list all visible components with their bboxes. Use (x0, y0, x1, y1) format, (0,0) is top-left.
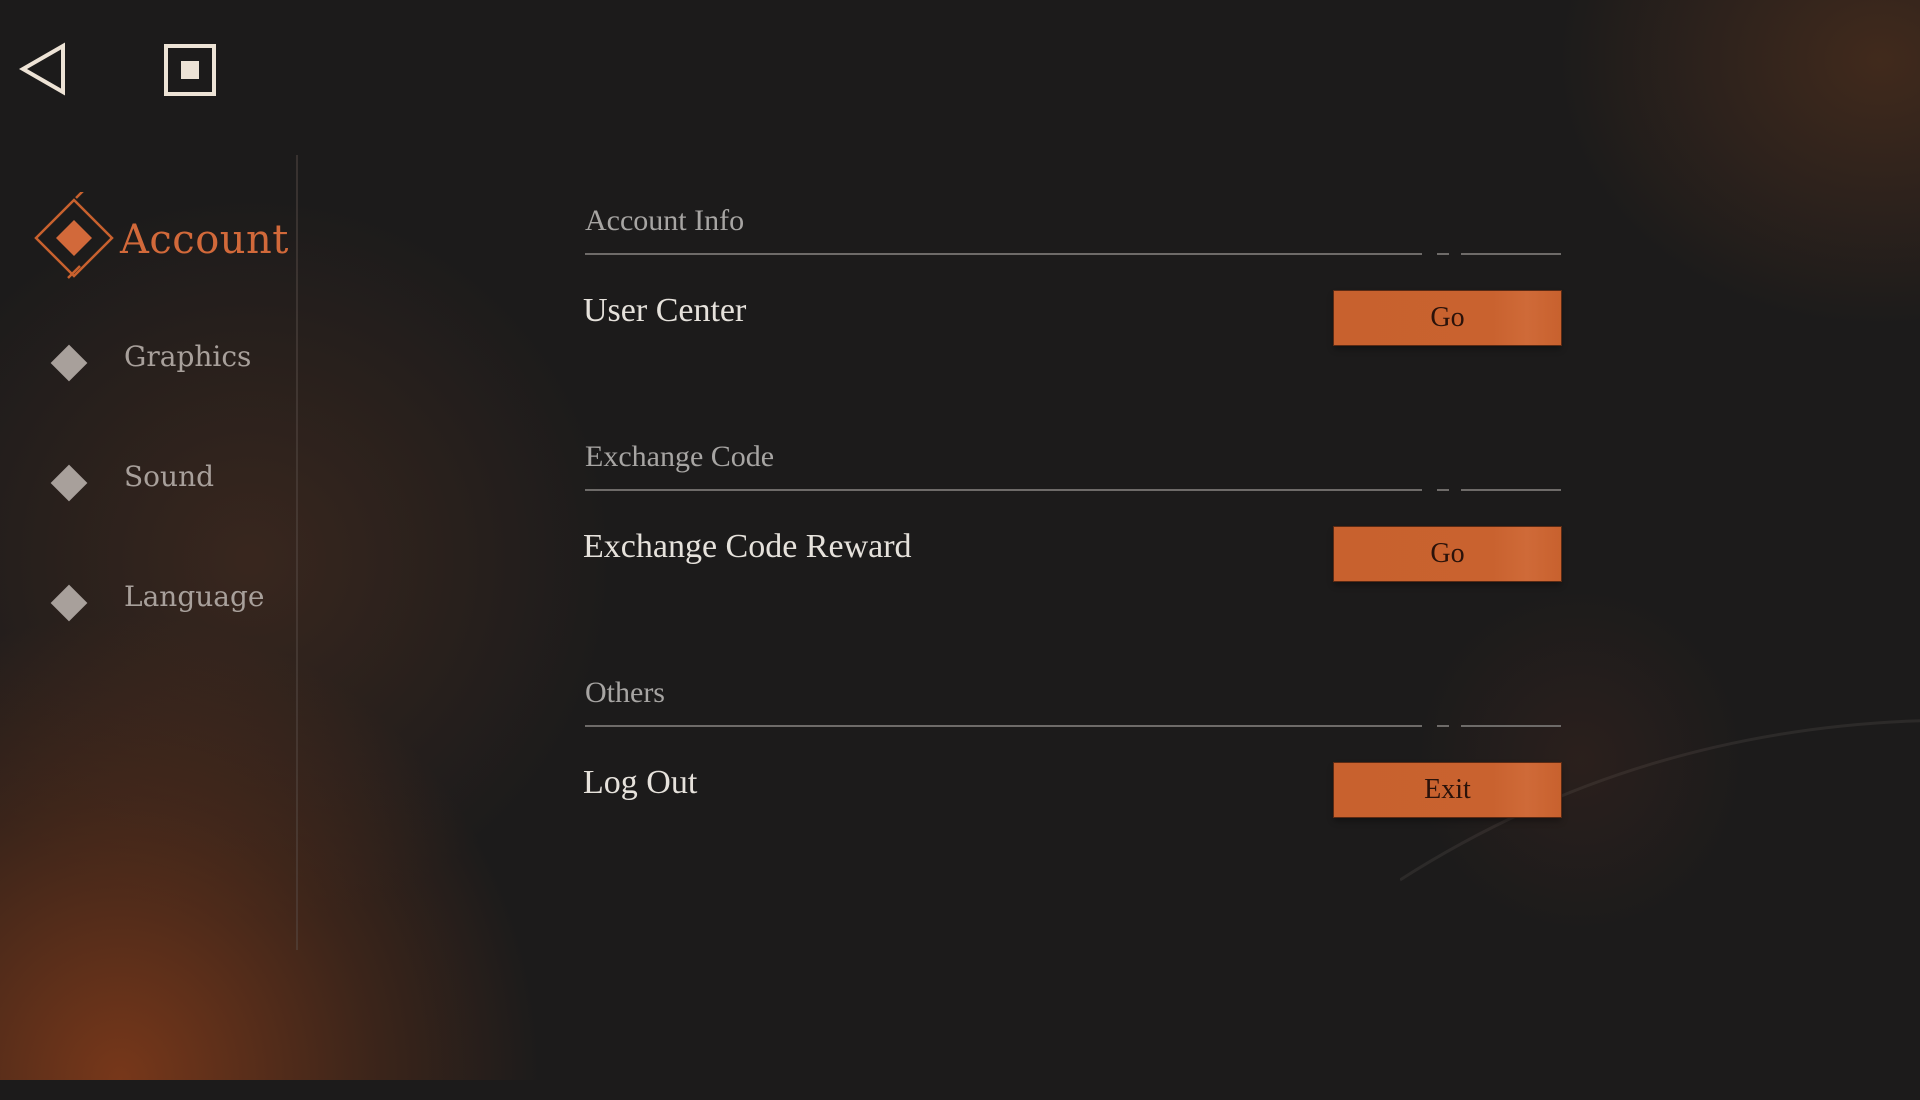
sidebar-item-label: Sound (124, 459, 215, 493)
sidebar-item-account[interactable]: Account (32, 192, 289, 288)
stop-button[interactable] (164, 44, 216, 96)
section-divider (585, 253, 1561, 255)
section-title-account-info: Account Info (585, 204, 745, 237)
exchange-code-go-button[interactable]: Go (1334, 527, 1561, 581)
background-arc-decoration (1400, 719, 1920, 882)
sidebar-separator (296, 155, 298, 950)
row-label-exchange-code-reward: Exchange Code Reward (583, 528, 912, 565)
back-button[interactable] (18, 42, 68, 96)
section-title-others: Others (585, 676, 665, 709)
sidebar-item-label: Language (124, 579, 265, 613)
stop-square-icon (164, 44, 216, 96)
sidebar-item-language[interactable]: Language (50, 576, 265, 622)
section-divider (585, 489, 1561, 491)
diamond-icon (50, 584, 88, 622)
diamond-icon (50, 464, 88, 502)
sidebar-item-sound[interactable]: Sound (50, 456, 215, 502)
section-divider (585, 725, 1561, 727)
background (0, 0, 1920, 1080)
log-out-exit-button[interactable]: Exit (1334, 763, 1561, 817)
sidebar-item-graphics[interactable]: Graphics (50, 336, 252, 382)
sidebar-item-label: Account (120, 217, 289, 263)
row-label-user-center: User Center (583, 292, 747, 329)
user-center-go-button[interactable]: Go (1334, 291, 1561, 345)
sidebar-item-label: Graphics (124, 339, 252, 373)
back-triangle-icon (18, 42, 65, 96)
diamond-icon (50, 344, 88, 382)
orange-diamond-icon (34, 192, 114, 279)
row-label-log-out: Log Out (583, 764, 698, 801)
section-title-exchange-code: Exchange Code (585, 440, 775, 473)
